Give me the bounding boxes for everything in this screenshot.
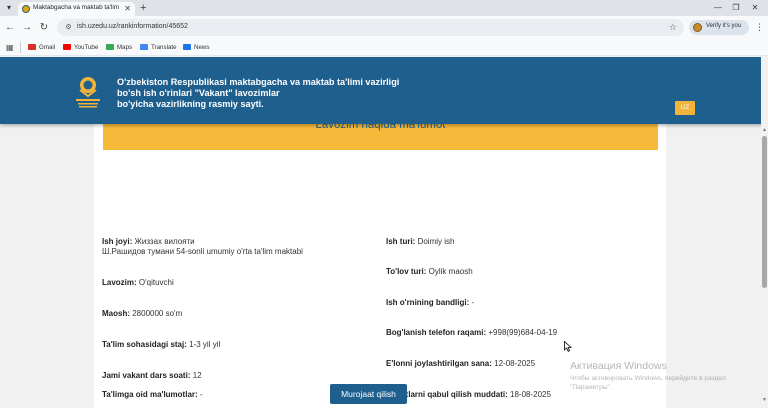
- windows-activation-watermark: Активация Windows Чтобы активировать Win…: [570, 360, 726, 392]
- scroll-down-icon[interactable]: ▼: [762, 397, 767, 403]
- profile-avatar-icon: [693, 23, 702, 32]
- gmail-icon: [28, 44, 36, 50]
- scroll-thumb[interactable]: [762, 136, 767, 288]
- new-tab-icon[interactable]: +: [140, 2, 146, 14]
- apply-button[interactable]: Murojaat qilish: [330, 384, 407, 404]
- bookmark-maps[interactable]: Maps: [106, 42, 132, 53]
- bookmarks-bar: ▦ Gmail YouTube Maps Translate News: [0, 39, 768, 56]
- verify-button[interactable]: Verify it's you: [689, 20, 749, 35]
- field-education-info: Ta'limga oid ma'lumotlar: -: [102, 390, 203, 399]
- watermark-line-1: Чтобы активировать Windows, перейдите в …: [570, 375, 726, 382]
- address-bar[interactable]: ⚙ ish.uzedu.uz/rankinformation/45652 ☆: [57, 19, 684, 36]
- field-payment-type: To'lov turi: Oylik maosh: [386, 267, 473, 276]
- scroll-up-icon[interactable]: ▲: [762, 127, 767, 133]
- page-scrollbar[interactable]: ▲ ▼: [761, 57, 768, 408]
- back-icon[interactable]: ←: [3, 21, 17, 34]
- site-title: O'zbekiston Respublikasi maktabgacha va …: [117, 77, 399, 110]
- field-phone: Bog'lanish telefon raqami: +998(99)684-0…: [386, 328, 558, 337]
- site-info-icon[interactable]: ⚙: [63, 22, 74, 33]
- bookmarks-divider: [20, 42, 21, 53]
- apps-grid-icon[interactable]: ▦: [6, 43, 15, 52]
- reload-icon[interactable]: ↻: [37, 21, 51, 34]
- news-icon: [183, 44, 191, 50]
- site-title-line-3: bo'yicha vazirlikning rasmiy sayti.: [117, 99, 264, 109]
- translate-icon: [140, 44, 148, 50]
- close-window-icon[interactable]: ✕: [748, 2, 762, 14]
- watermark-title: Активация Windows: [570, 360, 667, 372]
- field-employment: Ish o'rnining bandligi: -: [386, 298, 475, 307]
- browser-tab[interactable]: Maktabgacha va maktab ta'lim ✕: [18, 2, 135, 16]
- maximize-icon[interactable]: ❐: [729, 2, 743, 14]
- language-button[interactable]: UZ: [675, 101, 695, 115]
- browser-toolbar: ← → ↻ ⚙ ish.uzedu.uz/rankinformation/456…: [0, 16, 768, 39]
- tab-strip: ▾ Maktabgacha va maktab ta'lim ✕ + — ❐ ✕: [0, 0, 768, 16]
- bookmark-translate[interactable]: Translate: [140, 42, 177, 53]
- watermark-line-2: "Параметры".: [570, 384, 612, 391]
- mouse-cursor-icon: [564, 341, 572, 352]
- field-experience: Ta'lim sohasidagi staj: 1-3 yil yil: [102, 340, 221, 349]
- tab-close-icon[interactable]: ✕: [124, 3, 131, 15]
- page-viewport: O'zbekiston Respublikasi maktabgacha va …: [0, 57, 768, 408]
- youtube-icon: [63, 44, 71, 50]
- menu-kebab-icon[interactable]: ⋮: [755, 21, 764, 34]
- maps-icon: [106, 44, 114, 50]
- forward-icon[interactable]: →: [20, 21, 34, 34]
- field-salary: Maosh: 2800000 so'm: [102, 309, 183, 318]
- field-workplace: Ish joyi: Жиззах вилояти Ш.Рашидов туман…: [102, 237, 303, 256]
- site-header: O'zbekiston Respublikasi maktabgacha va …: [0, 57, 768, 124]
- tab-title: Maktabgacha va maktab ta'lim: [33, 4, 120, 11]
- ministry-logo-icon: [76, 77, 100, 108]
- bookmark-gmail[interactable]: Gmail: [28, 42, 55, 53]
- site-title-line-1: O'zbekiston Respublikasi maktabgacha va …: [117, 77, 400, 87]
- url-text[interactable]: ish.uzedu.uz/rankinformation/45652: [77, 23, 188, 30]
- site-title-line-2: bo'sh ish o'rinlari "Vakant" lavozimlar: [117, 88, 280, 98]
- field-deadline: Hujjatlarni qabul qilish muddati: 18-08-…: [386, 390, 551, 399]
- bookmark-youtube[interactable]: YouTube: [63, 42, 98, 53]
- field-posted-date: E'lonni joylashtirilgan sana: 12-08-2025: [386, 359, 536, 368]
- site-favicon-icon: [22, 5, 30, 13]
- bookmark-news[interactable]: News: [183, 42, 209, 53]
- field-vacant-hours: Jami vakant dars soati: 12: [102, 371, 202, 380]
- verify-label: Verify it's you: [706, 23, 742, 29]
- tab-search-icon[interactable]: ▾: [3, 2, 15, 14]
- field-job-type: Ish turi: Doimiy ish: [386, 237, 455, 246]
- field-position: Lavozim: O'qituvchi: [102, 278, 174, 287]
- bookmark-star-icon[interactable]: ☆: [669, 21, 677, 34]
- minimize-icon[interactable]: —: [711, 2, 725, 14]
